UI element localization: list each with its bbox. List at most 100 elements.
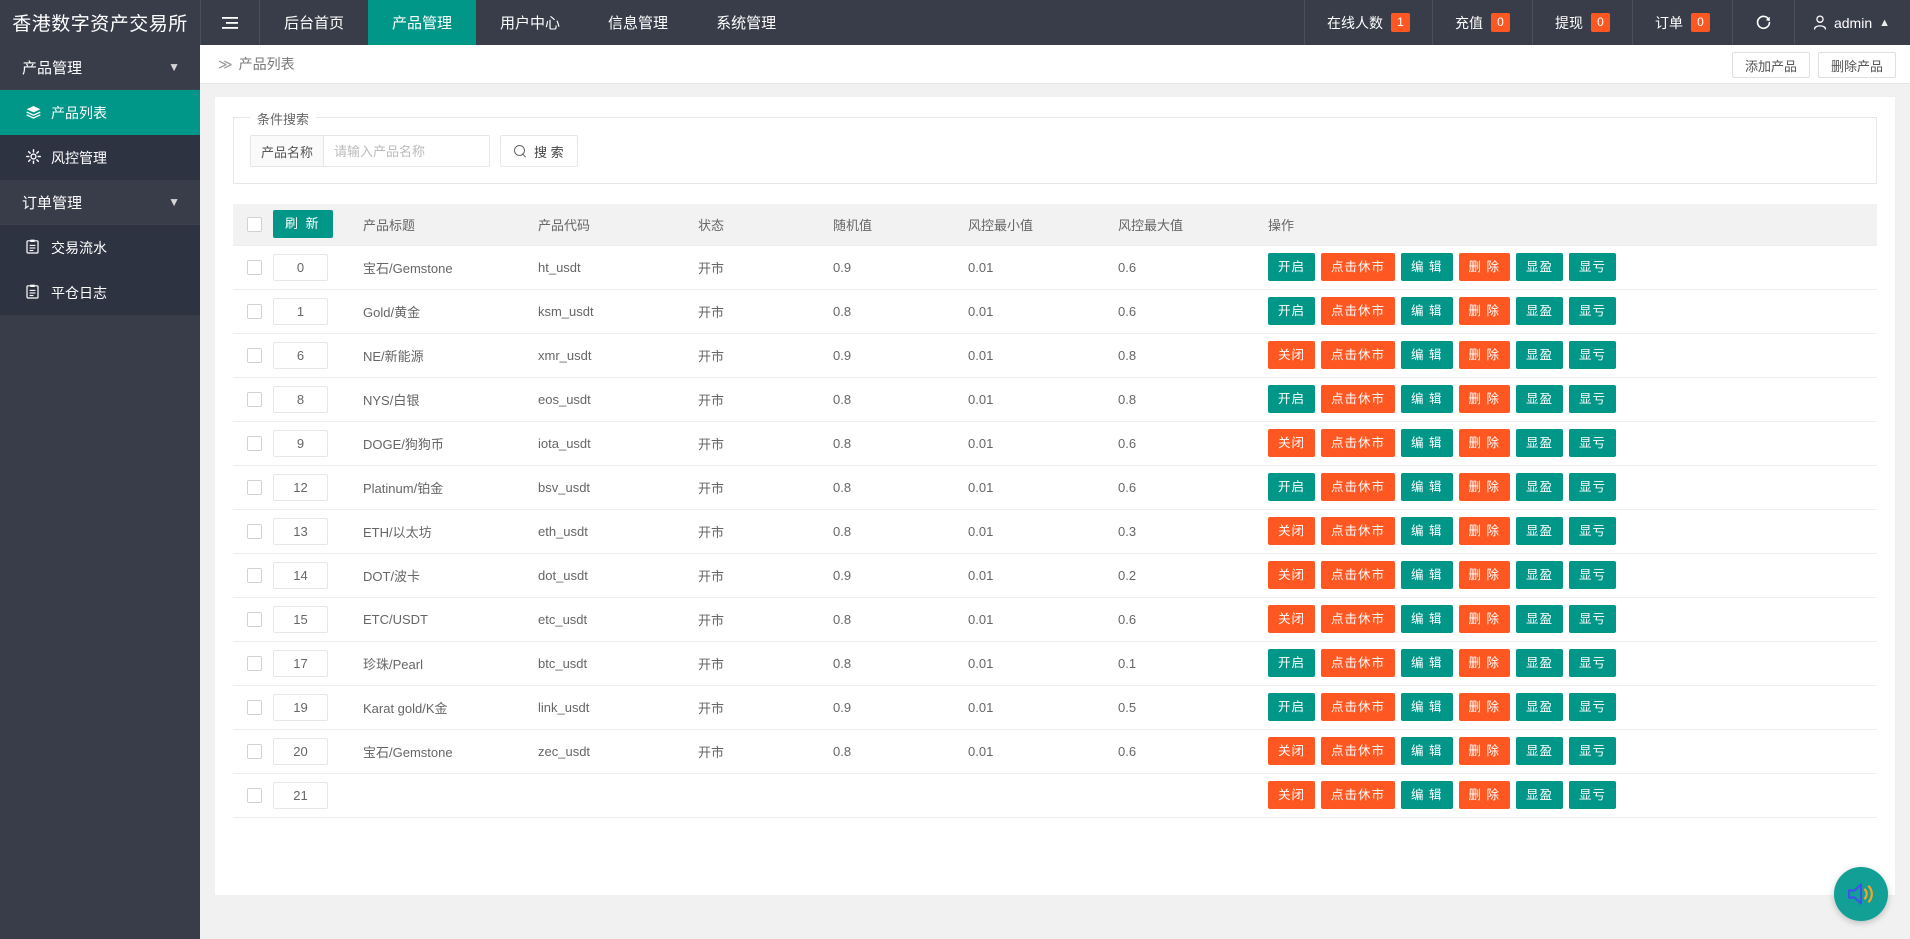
row-halt-market-button[interactable]: 点击休市 — [1321, 737, 1395, 765]
row-toggle-market-button[interactable]: 开启 — [1268, 297, 1315, 325]
search-button[interactable]: 搜 索 — [500, 135, 578, 167]
row-edit-button[interactable]: 编 辑 — [1401, 517, 1452, 545]
row-delete-button[interactable]: 删 除 — [1459, 737, 1510, 765]
row-edit-button[interactable]: 编 辑 — [1401, 385, 1452, 413]
hamburger-icon[interactable] — [200, 0, 260, 45]
row-checkbox[interactable] — [247, 788, 262, 803]
select-all-checkbox[interactable] — [247, 217, 262, 232]
row-show-loss-button[interactable]: 显亏 — [1569, 473, 1616, 501]
refresh-icon[interactable] — [1732, 0, 1794, 45]
row-show-profit-button[interactable]: 显盈 — [1516, 253, 1563, 281]
row-checkbox[interactable] — [247, 260, 262, 275]
row-toggle-market-button[interactable]: 关闭 — [1268, 737, 1315, 765]
stat-recharge[interactable]: 充值 0 — [1432, 0, 1532, 45]
row-edit-button[interactable]: 编 辑 — [1401, 737, 1452, 765]
row-halt-market-button[interactable]: 点击休市 — [1321, 297, 1395, 325]
row-show-profit-button[interactable]: 显盈 — [1516, 781, 1563, 809]
row-show-loss-button[interactable]: 显亏 — [1569, 693, 1616, 721]
sidebar-item-transaction-flow[interactable]: 交易流水 — [0, 225, 200, 270]
row-halt-market-button[interactable]: 点击休市 — [1321, 473, 1395, 501]
search-input[interactable] — [324, 136, 489, 166]
row-delete-button[interactable]: 删 除 — [1459, 429, 1510, 457]
row-delete-button[interactable]: 删 除 — [1459, 693, 1510, 721]
row-show-loss-button[interactable]: 显亏 — [1569, 561, 1616, 589]
row-checkbox[interactable] — [247, 700, 262, 715]
row-halt-market-button[interactable]: 点击休市 — [1321, 781, 1395, 809]
row-delete-button[interactable]: 删 除 — [1459, 473, 1510, 501]
row-show-profit-button[interactable]: 显盈 — [1516, 385, 1563, 413]
row-toggle-market-button[interactable]: 关闭 — [1268, 561, 1315, 589]
row-delete-button[interactable]: 删 除 — [1459, 517, 1510, 545]
user-menu[interactable]: admin ▲ — [1794, 0, 1910, 45]
row-toggle-market-button[interactable]: 关闭 — [1268, 429, 1315, 457]
sidebar-group-order-management[interactable]: 订单管理 ▼ — [0, 180, 200, 225]
row-show-profit-button[interactable]: 显盈 — [1516, 341, 1563, 369]
add-product-button[interactable]: 添加产品 — [1732, 52, 1810, 78]
row-toggle-market-button[interactable]: 开启 — [1268, 253, 1315, 281]
row-delete-button[interactable]: 删 除 — [1459, 253, 1510, 281]
sound-toggle-button[interactable] — [1834, 867, 1888, 921]
row-show-profit-button[interactable]: 显盈 — [1516, 693, 1563, 721]
stat-withdraw[interactable]: 提现 0 — [1532, 0, 1632, 45]
row-delete-button[interactable]: 删 除 — [1459, 561, 1510, 589]
row-toggle-market-button[interactable]: 关闭 — [1268, 341, 1315, 369]
row-halt-market-button[interactable]: 点击休市 — [1321, 385, 1395, 413]
row-checkbox[interactable] — [247, 436, 262, 451]
refresh-button[interactable]: 刷 新 — [273, 210, 333, 238]
row-checkbox[interactable] — [247, 612, 262, 627]
delete-product-button[interactable]: 删除产品 — [1818, 52, 1896, 78]
row-edit-button[interactable]: 编 辑 — [1401, 693, 1452, 721]
row-edit-button[interactable]: 编 辑 — [1401, 649, 1452, 677]
row-id-input[interactable]: 19 — [273, 694, 328, 721]
row-delete-button[interactable]: 删 除 — [1459, 649, 1510, 677]
row-edit-button[interactable]: 编 辑 — [1401, 781, 1452, 809]
nav-item-product-management[interactable]: 产品管理 — [368, 0, 476, 45]
sidebar-item-product-list[interactable]: 产品列表 — [0, 90, 200, 135]
row-id-input[interactable]: 14 — [273, 562, 328, 589]
row-id-input[interactable]: 0 — [273, 254, 328, 281]
row-show-loss-button[interactable]: 显亏 — [1569, 517, 1616, 545]
row-edit-button[interactable]: 编 辑 — [1401, 473, 1452, 501]
row-checkbox[interactable] — [247, 524, 262, 539]
row-id-input[interactable]: 20 — [273, 738, 328, 765]
row-toggle-market-button[interactable]: 开启 — [1268, 385, 1315, 413]
row-toggle-market-button[interactable]: 开启 — [1268, 473, 1315, 501]
row-checkbox[interactable] — [247, 480, 262, 495]
row-halt-market-button[interactable]: 点击休市 — [1321, 605, 1395, 633]
row-delete-button[interactable]: 删 除 — [1459, 605, 1510, 633]
row-id-input[interactable]: 8 — [273, 386, 328, 413]
row-halt-market-button[interactable]: 点击休市 — [1321, 429, 1395, 457]
row-edit-button[interactable]: 编 辑 — [1401, 561, 1452, 589]
row-halt-market-button[interactable]: 点击休市 — [1321, 341, 1395, 369]
row-id-input[interactable]: 6 — [273, 342, 328, 369]
row-show-loss-button[interactable]: 显亏 — [1569, 649, 1616, 677]
row-show-profit-button[interactable]: 显盈 — [1516, 737, 1563, 765]
row-edit-button[interactable]: 编 辑 — [1401, 253, 1452, 281]
row-halt-market-button[interactable]: 点击休市 — [1321, 561, 1395, 589]
row-id-input[interactable]: 17 — [273, 650, 328, 677]
row-checkbox[interactable] — [247, 348, 262, 363]
row-edit-button[interactable]: 编 辑 — [1401, 297, 1452, 325]
row-show-profit-button[interactable]: 显盈 — [1516, 605, 1563, 633]
row-toggle-market-button[interactable]: 关闭 — [1268, 605, 1315, 633]
row-checkbox[interactable] — [247, 392, 262, 407]
row-delete-button[interactable]: 删 除 — [1459, 341, 1510, 369]
row-checkbox[interactable] — [247, 656, 262, 671]
row-id-input[interactable]: 12 — [273, 474, 328, 501]
row-id-input[interactable]: 1 — [273, 298, 328, 325]
row-show-profit-button[interactable]: 显盈 — [1516, 517, 1563, 545]
row-halt-market-button[interactable]: 点击休市 — [1321, 517, 1395, 545]
stat-orders[interactable]: 订单 0 — [1632, 0, 1732, 45]
row-id-input[interactable]: 13 — [273, 518, 328, 545]
sidebar-item-risk-management[interactable]: 风控管理 — [0, 135, 200, 180]
row-halt-market-button[interactable]: 点击休市 — [1321, 253, 1395, 281]
row-show-profit-button[interactable]: 显盈 — [1516, 649, 1563, 677]
row-show-loss-button[interactable]: 显亏 — [1569, 297, 1616, 325]
row-show-loss-button[interactable]: 显亏 — [1569, 253, 1616, 281]
row-delete-button[interactable]: 删 除 — [1459, 297, 1510, 325]
row-halt-market-button[interactable]: 点击休市 — [1321, 649, 1395, 677]
row-halt-market-button[interactable]: 点击休市 — [1321, 693, 1395, 721]
row-show-profit-button[interactable]: 显盈 — [1516, 561, 1563, 589]
row-id-input[interactable]: 15 — [273, 606, 328, 633]
row-show-profit-button[interactable]: 显盈 — [1516, 473, 1563, 501]
